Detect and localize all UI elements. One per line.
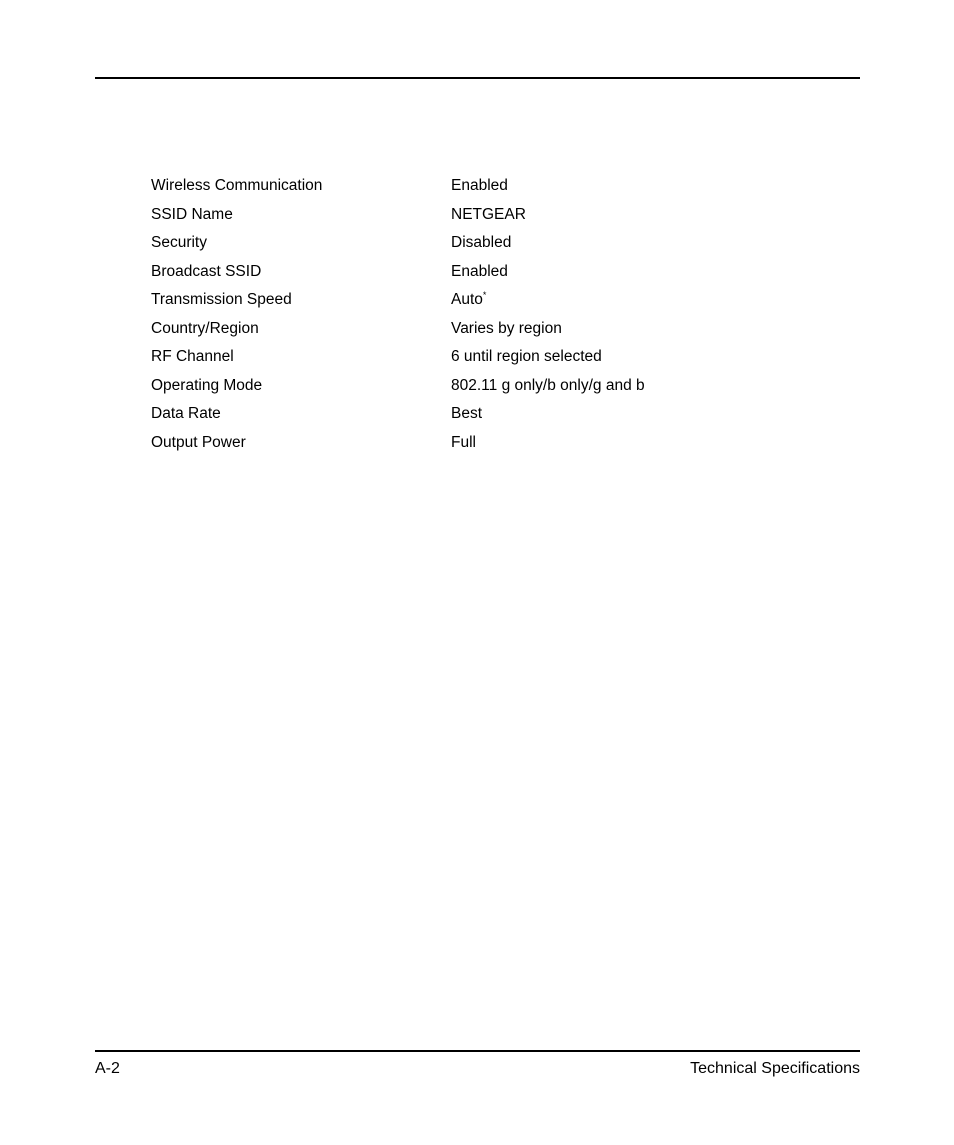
spec-value: NETGEAR: [451, 201, 851, 230]
spec-table-body: Wireless Communication Enabled SSID Name NE…: [151, 172, 851, 457]
spec-label: Broadcast SSID: [151, 262, 262, 280]
spec-table-row: Transmission Speed Auto*: [151, 286, 851, 315]
spec-value: Auto*: [451, 286, 851, 315]
spec-label: RF Channel: [151, 348, 234, 365]
document-page: Wireless Communication Enabled SSID Name NE…: [0, 0, 954, 1145]
spec-table-row: Output Power Full: [151, 429, 851, 458]
spec-value: Enabled: [451, 172, 851, 201]
spec-label: Wireless Communication: [151, 177, 323, 194]
spec-value-text: Disabled: [451, 234, 512, 251]
spec-value-text: Enabled: [451, 262, 508, 280]
spec-value-text: NETGEAR: [451, 205, 526, 223]
page-number: A-2: [95, 1060, 120, 1077]
spec-value: Enabled: [451, 258, 851, 287]
spec-table-row: Wireless Communication Enabled: [151, 172, 851, 201]
spec-label: Output Power: [151, 433, 246, 451]
spec-table-row: Operating Mode 802.11 g only/b only/g and…: [151, 372, 851, 401]
spec-table-row: RF Channel 6 until region selected: [151, 343, 851, 372]
spec-label: Security: [151, 234, 207, 251]
spec-label: SSID Name: [151, 205, 233, 223]
spec-table-row: Country/Region Varies by region: [151, 315, 851, 344]
spec-value: Best: [451, 400, 851, 429]
spec-table-row: SSID Name NETGEAR: [151, 201, 851, 230]
spec-label: Data Rate: [151, 405, 221, 422]
spec-value-text: Varies by region: [451, 319, 562, 337]
header-divider-rule: [95, 77, 860, 79]
spec-value: 802.11 g only/b only/g and b: [451, 372, 851, 401]
spec-value: Disabled: [451, 229, 851, 258]
spec-value: Full: [451, 429, 851, 458]
spec-label: Transmission Speed: [151, 291, 292, 308]
spec-table-row: Data Rate Best: [151, 400, 851, 429]
footnote-marker: *: [482, 289, 487, 300]
spec-value-text: 802.11 g only/b only/g and b: [451, 376, 645, 394]
wireless-settings-spec-table: Wireless Communication Enabled SSID Name NE…: [151, 172, 851, 457]
spec-value: Varies by region: [451, 315, 851, 344]
spec-label: Country/Region: [151, 319, 259, 337]
spec-value-text: Best: [451, 405, 483, 422]
spec-table-row: Security Disabled: [151, 229, 851, 258]
spec-value-text: Auto: [451, 291, 483, 308]
spec-table-row: Broadcast SSID Enabled: [151, 258, 851, 287]
footer-divider-rule: [95, 1050, 860, 1052]
footer-section-title: Technical Specifications: [690, 1060, 860, 1077]
spec-value-text: Enabled: [451, 177, 508, 194]
page-footer: A-2 Technical Specifications: [95, 1058, 860, 1080]
spec-value-text: Full: [451, 433, 476, 451]
spec-value: 6 until region selected: [451, 343, 851, 372]
spec-label: Operating Mode: [151, 376, 263, 394]
spec-value-text: 6 until region selected: [451, 348, 602, 365]
